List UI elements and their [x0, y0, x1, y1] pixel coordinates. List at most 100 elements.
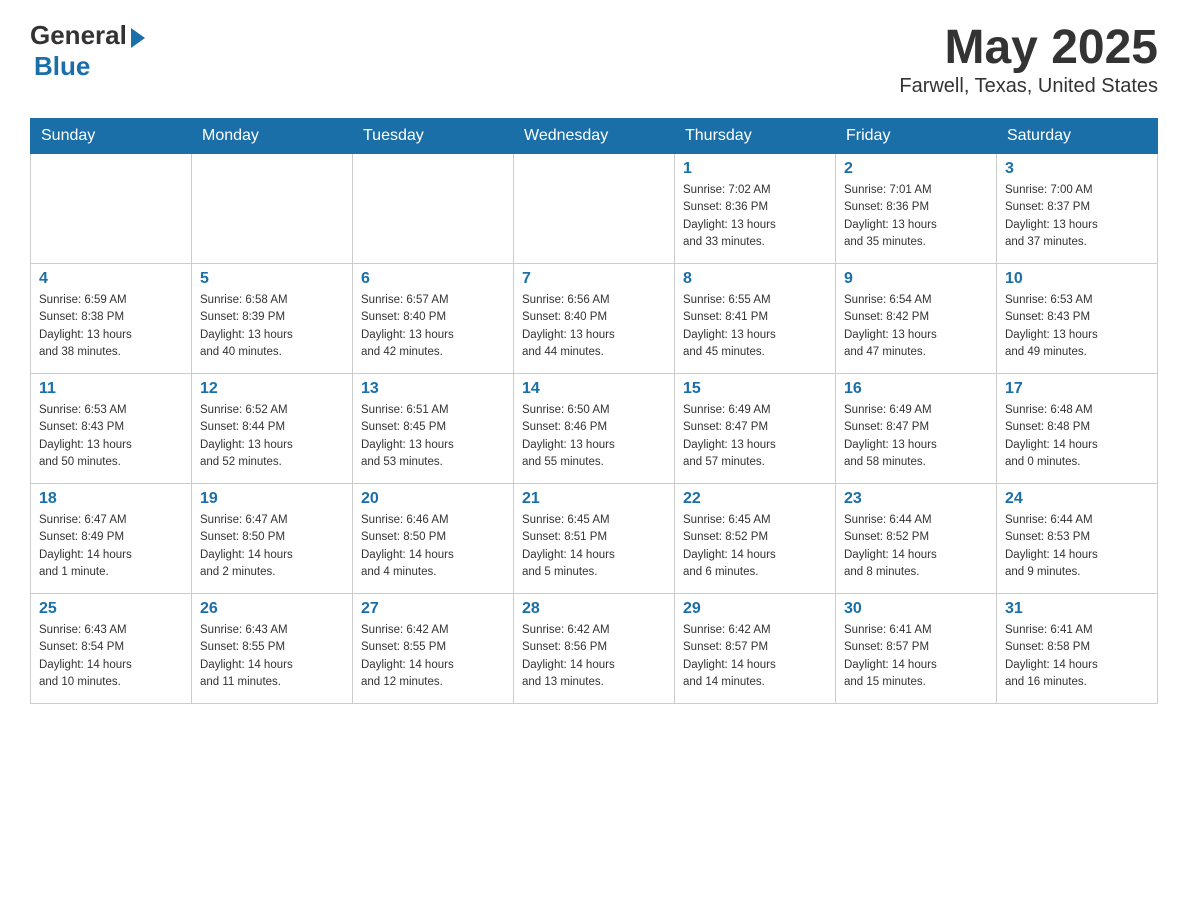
day-number: 4 [39, 270, 183, 288]
day-number: 16 [844, 380, 988, 398]
calendar-cell: 16 Sunrise: 6:49 AMSunset: 8:47 PMDayligh… [836, 374, 997, 484]
day-info: Sunrise: 6:43 AMSunset: 8:55 PMDaylight:… [200, 622, 344, 691]
calendar-cell: 6 Sunrise: 6:57 AMSunset: 8:40 PMDaylight… [353, 264, 514, 374]
calendar-cell [192, 154, 353, 264]
calendar-cell: 21Sunrise: 6:45 AMSunset: 8:51 PMDayligh… [514, 484, 675, 594]
calendar-cell [514, 154, 675, 264]
col-header-friday: Friday [836, 119, 997, 154]
calendar-cell: 30 Sunrise: 6:41 AMSunset: 8:57 PMDayligh… [836, 594, 997, 704]
day-number: 24 [1005, 490, 1149, 508]
day-number: 31 [1005, 600, 1149, 618]
calendar-cell: 5 Sunrise: 6:58 AMSunset: 8:39 PMDaylight… [192, 264, 353, 374]
day-info: Sunrise: 6:55 AMSunset: 8:41 PMDaylight:… [683, 292, 827, 361]
day-number: 27 [361, 600, 505, 618]
day-number: 7 [522, 270, 666, 288]
col-header-thursday: Thursday [675, 119, 836, 154]
calendar-table: SundayMondayTuesdayWednesdayThursdayFrid… [30, 118, 1158, 704]
week-row-1: 1 Sunrise: 7:02 AMSunset: 8:36 PMDaylight… [31, 154, 1158, 264]
calendar-cell: 20 Sunrise: 6:46 AMSunset: 8:50 PMDayligh… [353, 484, 514, 594]
day-info: Sunrise: 6:59 AMSunset: 8:38 PMDaylight:… [39, 292, 183, 361]
day-info: Sunrise: 6:49 AMSunset: 8:47 PMDaylight:… [844, 402, 988, 471]
day-info: Sunrise: 6:49 AMSunset: 8:47 PMDaylight:… [683, 402, 827, 471]
calendar-cell [353, 154, 514, 264]
location-subtitle: Farwell, Texas, United States [899, 75, 1158, 98]
day-info: Sunrise: 6:54 AMSunset: 8:42 PMDaylight:… [844, 292, 988, 361]
calendar-cell: 12Sunrise: 6:52 AMSunset: 8:44 PMDayligh… [192, 374, 353, 484]
calendar-cell: 9 Sunrise: 6:54 AMSunset: 8:42 PMDaylight… [836, 264, 997, 374]
day-number: 20 [361, 490, 505, 508]
day-number: 5 [200, 270, 344, 288]
day-number: 13 [361, 380, 505, 398]
day-info: Sunrise: 6:41 AMSunset: 8:57 PMDaylight:… [844, 622, 988, 691]
calendar-cell: 26 Sunrise: 6:43 AMSunset: 8:55 PMDayligh… [192, 594, 353, 704]
logo-blue-text: Blue [34, 51, 90, 82]
day-info: Sunrise: 6:58 AMSunset: 8:39 PMDaylight:… [200, 292, 344, 361]
day-info: Sunrise: 6:42 AMSunset: 8:55 PMDaylight:… [361, 622, 505, 691]
day-number: 15 [683, 380, 827, 398]
day-info: Sunrise: 6:44 AMSunset: 8:52 PMDaylight:… [844, 512, 988, 581]
calendar-cell: 3Sunrise: 7:00 AMSunset: 8:37 PMDaylight… [997, 154, 1158, 264]
calendar-cell: 1 Sunrise: 7:02 AMSunset: 8:36 PMDaylight… [675, 154, 836, 264]
day-number: 23 [844, 490, 988, 508]
calendar-cell: 25Sunrise: 6:43 AMSunset: 8:54 PMDayligh… [31, 594, 192, 704]
day-info: Sunrise: 6:45 AMSunset: 8:52 PMDaylight:… [683, 512, 827, 581]
day-info: Sunrise: 6:48 AMSunset: 8:48 PMDaylight:… [1005, 402, 1149, 471]
calendar-cell: 17 Sunrise: 6:48 AMSunset: 8:48 PMDayligh… [997, 374, 1158, 484]
day-info: Sunrise: 7:02 AMSunset: 8:36 PMDaylight:… [683, 182, 827, 251]
page-header: General Blue May 2025 Farwell, Texas, Un… [30, 20, 1158, 98]
day-number: 28 [522, 600, 666, 618]
calendar-cell: 15 Sunrise: 6:49 AMSunset: 8:47 PMDayligh… [675, 374, 836, 484]
day-number: 19 [200, 490, 344, 508]
calendar-cell: 10Sunrise: 6:53 AMSunset: 8:43 PMDayligh… [997, 264, 1158, 374]
calendar-cell: 29Sunrise: 6:42 AMSunset: 8:57 PMDayligh… [675, 594, 836, 704]
week-row-5: 25Sunrise: 6:43 AMSunset: 8:54 PMDayligh… [31, 594, 1158, 704]
day-info: Sunrise: 7:01 AMSunset: 8:36 PMDaylight:… [844, 182, 988, 251]
calendar-cell [31, 154, 192, 264]
month-year-title: May 2025 [899, 20, 1158, 75]
logo-general-text: General [30, 20, 127, 51]
day-number: 8 [683, 270, 827, 288]
week-row-2: 4 Sunrise: 6:59 AMSunset: 8:38 PMDaylight… [31, 264, 1158, 374]
day-info: Sunrise: 6:53 AMSunset: 8:43 PMDaylight:… [1005, 292, 1149, 361]
day-info: Sunrise: 6:41 AMSunset: 8:58 PMDaylight:… [1005, 622, 1149, 691]
day-info: Sunrise: 6:44 AMSunset: 8:53 PMDaylight:… [1005, 512, 1149, 581]
day-number: 17 [1005, 380, 1149, 398]
day-info: Sunrise: 6:45 AMSunset: 8:51 PMDaylight:… [522, 512, 666, 581]
col-header-sunday: Sunday [31, 119, 192, 154]
day-number: 11 [39, 380, 183, 398]
calendar-cell: 8 Sunrise: 6:55 AMSunset: 8:41 PMDaylight… [675, 264, 836, 374]
col-header-wednesday: Wednesday [514, 119, 675, 154]
day-info: Sunrise: 6:53 AMSunset: 8:43 PMDaylight:… [39, 402, 183, 471]
day-info: Sunrise: 6:56 AMSunset: 8:40 PMDaylight:… [522, 292, 666, 361]
day-number: 22 [683, 490, 827, 508]
day-number: 12 [200, 380, 344, 398]
day-info: Sunrise: 6:46 AMSunset: 8:50 PMDaylight:… [361, 512, 505, 581]
day-info: Sunrise: 6:47 AMSunset: 8:50 PMDaylight:… [200, 512, 344, 581]
day-number: 9 [844, 270, 988, 288]
calendar-cell: 27 Sunrise: 6:42 AMSunset: 8:55 PMDayligh… [353, 594, 514, 704]
calendar-cell: 7 Sunrise: 6:56 AMSunset: 8:40 PMDaylight… [514, 264, 675, 374]
col-header-tuesday: Tuesday [353, 119, 514, 154]
day-number: 29 [683, 600, 827, 618]
logo: General Blue [30, 20, 145, 82]
day-info: Sunrise: 6:43 AMSunset: 8:54 PMDaylight:… [39, 622, 183, 691]
calendar-cell: 31 Sunrise: 6:41 AMSunset: 8:58 PMDayligh… [997, 594, 1158, 704]
calendar-cell: 13Sunrise: 6:51 AMSunset: 8:45 PMDayligh… [353, 374, 514, 484]
calendar-cell: 18 Sunrise: 6:47 AMSunset: 8:49 PMDayligh… [31, 484, 192, 594]
day-info: Sunrise: 6:57 AMSunset: 8:40 PMDaylight:… [361, 292, 505, 361]
week-row-4: 18 Sunrise: 6:47 AMSunset: 8:49 PMDayligh… [31, 484, 1158, 594]
day-info: Sunrise: 6:47 AMSunset: 8:49 PMDaylight:… [39, 512, 183, 581]
day-number: 30 [844, 600, 988, 618]
logo-arrow-icon [131, 28, 145, 48]
day-number: 6 [361, 270, 505, 288]
day-number: 26 [200, 600, 344, 618]
calendar-cell: 4 Sunrise: 6:59 AMSunset: 8:38 PMDaylight… [31, 264, 192, 374]
col-header-saturday: Saturday [997, 119, 1158, 154]
day-number: 1 [683, 160, 827, 178]
day-number: 18 [39, 490, 183, 508]
col-header-monday: Monday [192, 119, 353, 154]
calendar-header-row: SundayMondayTuesdayWednesdayThursdayFrid… [31, 119, 1158, 154]
day-number: 14 [522, 380, 666, 398]
calendar-cell: 24 Sunrise: 6:44 AMSunset: 8:53 PMDayligh… [997, 484, 1158, 594]
calendar-cell: 19 Sunrise: 6:47 AMSunset: 8:50 PMDayligh… [192, 484, 353, 594]
